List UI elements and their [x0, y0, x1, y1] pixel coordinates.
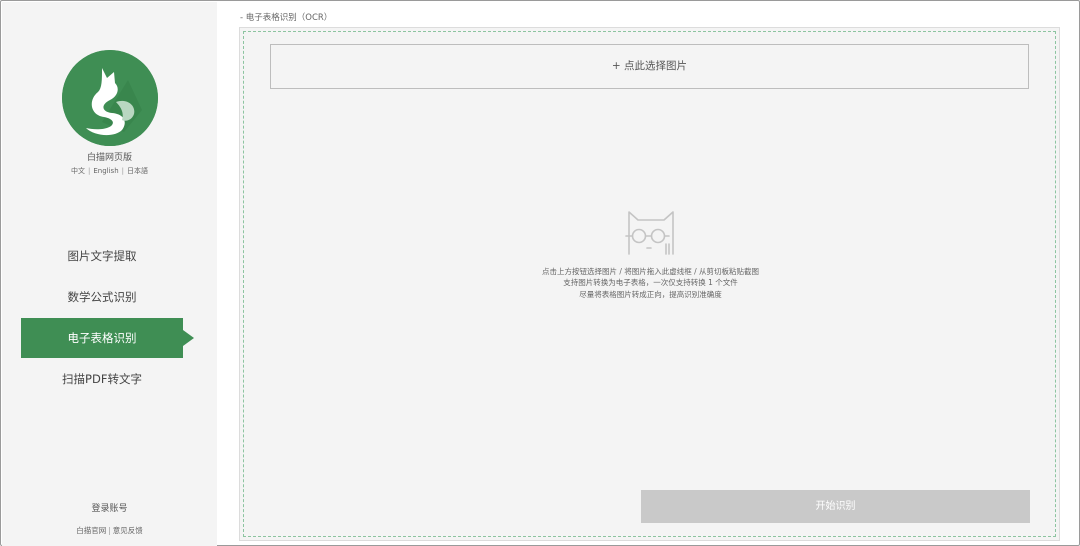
nav-item-pdf-to-text[interactable]: 扫描PDF转文字	[21, 359, 183, 399]
hint-line-2: 支持图片转换为电子表格，一次仅支持转换 1 个文件	[563, 278, 738, 287]
start-recognition-button[interactable]: 开始识别	[641, 490, 1030, 523]
separator: |	[121, 167, 124, 175]
nav-item-spreadsheet[interactable]: 电子表格识别	[21, 318, 194, 358]
separator: |	[88, 167, 91, 175]
cat-s-logo-icon	[62, 50, 158, 146]
nav-item-image-text[interactable]: 图片文字提取	[21, 236, 183, 276]
lang-japanese[interactable]: 日本語	[127, 167, 148, 175]
hint-line-3: 尽量将表格图片转成正向，提高识别准确度	[579, 290, 722, 299]
separator: |	[108, 526, 111, 535]
select-image-button[interactable]: + 点此选择图片	[270, 44, 1029, 89]
sidebar: 白描网页版 中文 | English | 日本語 图片文字提取 数学公式识别 电子表格识…	[2, 2, 217, 546]
lang-english[interactable]: English	[93, 167, 118, 175]
nav-item-math-formula[interactable]: 数学公式识别	[21, 277, 183, 317]
hint-line-1: 点击上方按钮选择图片 / 将图片拖入此虚线框 / 从剪切板粘贴截图	[541, 267, 760, 276]
app-logo-icon	[62, 50, 158, 146]
feedback-link[interactable]: 意见反馈	[113, 526, 143, 535]
login-link[interactable]: 登录账号	[2, 501, 217, 514]
lang-chinese[interactable]: 中文	[71, 167, 85, 175]
feature-nav: 图片文字提取 数学公式识别 电子表格识别 扫描PDF转文字	[21, 236, 196, 400]
language-switcher: 中文 | English | 日本語	[2, 166, 217, 176]
footer-links: 白描官网 | 意见反馈	[2, 525, 217, 536]
app-window: 白描网页版 中文 | English | 日本語 图片文字提取 数学公式识别 电子表格识…	[0, 0, 1080, 546]
image-drop-zone[interactable]: + 点此选择图片 点击上方按钮选择图片 / 将图片拖入此虚线框 / 从剪切板粘贴…	[239, 27, 1060, 541]
cat-glasses-icon	[625, 211, 674, 255]
official-site-link[interactable]: 白描官网	[76, 526, 106, 535]
page-title: - 电子表格识别（OCR）	[240, 13, 333, 23]
app-name: 白描网页版	[86, 153, 132, 163]
